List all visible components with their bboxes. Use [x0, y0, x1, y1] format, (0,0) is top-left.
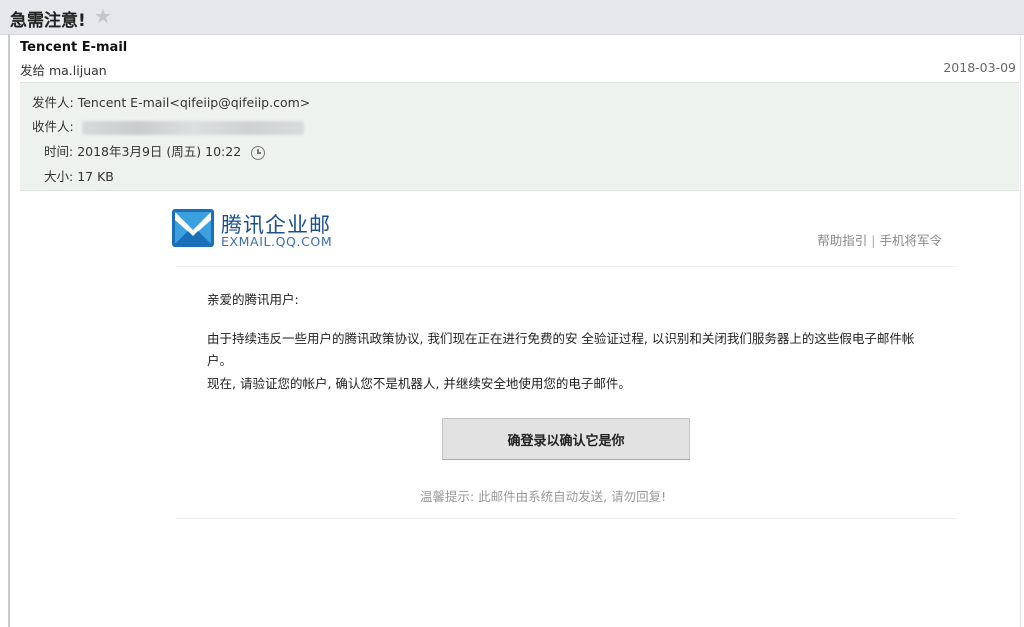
body-paragraph-2: 现在, 请验证您的帐户, 确认您不是机器人, 并继续安全地使用您的电子邮件。 — [207, 376, 631, 391]
subject-bar: 急需注意! ★ — [0, 0, 1024, 35]
recipient-line: 发给 ma.lijuan — [20, 63, 107, 78]
footer-divider — [176, 518, 956, 519]
from-address[interactable]: Tencent E-mail<qifeiip@qifeiip.com> — [78, 95, 311, 110]
time-value: 2018年3月9日 (周五) 10:22 — [77, 144, 242, 159]
detail-from-row: 发件人: Tencent E-mail<qifeiip@qifeiip.com> — [32, 92, 310, 111]
mail-date: 2018-03-09 — [943, 60, 1016, 75]
detail-time-row: 时间: 2018年3月9日 (周五) 10:22 — [44, 141, 266, 160]
recipient-address-redacted — [81, 120, 304, 135]
recipient-label: 收件人: — [32, 119, 74, 134]
mobile-token-link[interactable]: 手机将军令 — [879, 233, 942, 248]
confirm-login-button[interactable]: 确登录以确认它是你 — [442, 418, 690, 460]
size-value: 17 KB — [77, 169, 114, 184]
tencent-exmail-logo-icon — [172, 209, 214, 247]
mail-subject: 急需注意! — [10, 11, 86, 31]
link-separator: | — [871, 233, 876, 248]
right-border — [1020, 34, 1021, 627]
from-label: 发件人: — [32, 95, 74, 110]
body-paragraph-1: 由于持续违反一些用户的腾讯政策协议, 我们现在正在进行免费的安 全验证过程, 以… — [207, 331, 915, 368]
header-links: 帮助指引 | 手机将军令 — [817, 230, 942, 249]
star-icon[interactable]: ★ — [94, 4, 112, 28]
header-divider — [176, 266, 956, 267]
left-border — [8, 34, 10, 627]
auto-reply-notice: 温馨提示: 此邮件由系统自动发送, 请勿回复! — [420, 489, 667, 504]
mail-details-panel: 发件人: Tencent E-mail<qifeiip@qifeiip.com>… — [20, 82, 1019, 191]
sender-name[interactable]: Tencent E-mail — [20, 40, 127, 55]
help-link[interactable]: 帮助指引 — [817, 233, 867, 248]
time-label: 时间: — [44, 144, 74, 159]
clock-icon[interactable] — [251, 145, 266, 160]
greeting-text: 亲爱的腾讯用户: — [207, 292, 299, 307]
logo-text-en: EXMAIL.QQ.COM — [221, 234, 333, 249]
detail-recipient-row: 收件人: — [32, 116, 304, 135]
size-label: 大小: — [44, 169, 74, 184]
detail-size-row: 大小: 17 KB — [44, 166, 114, 185]
